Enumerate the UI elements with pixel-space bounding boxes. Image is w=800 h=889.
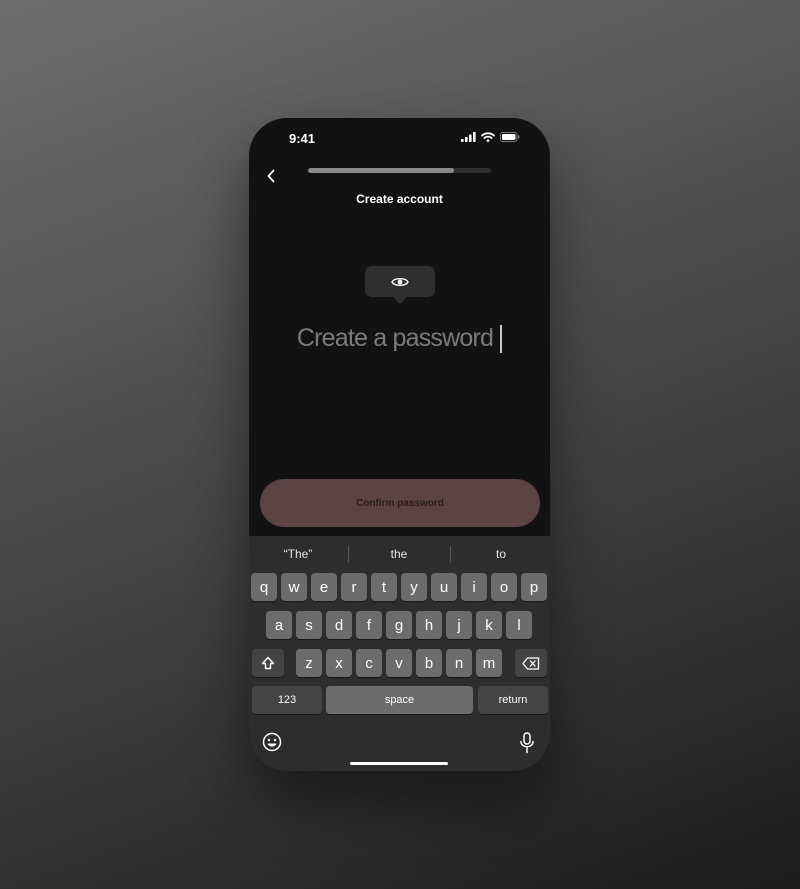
key-q[interactable]: q	[251, 573, 277, 601]
status-time: 9:41	[289, 131, 316, 146]
key-s[interactable]: s	[296, 611, 322, 639]
key-u[interactable]: u	[431, 573, 457, 601]
suggestion-divider	[348, 546, 349, 563]
key-j[interactable]: j	[446, 611, 472, 639]
back-button[interactable]	[257, 162, 285, 190]
password-input[interactable]: Create a password	[249, 324, 550, 354]
screen-title: Create account	[356, 192, 443, 206]
wifi-icon	[481, 132, 495, 142]
key-i[interactable]: i	[461, 573, 487, 601]
suggestion-item[interactable]: the	[350, 536, 448, 572]
key-l[interactable]: l	[506, 611, 532, 639]
key-t[interactable]: t	[371, 573, 397, 601]
progress-bar-fill	[308, 168, 455, 173]
key-o[interactable]: o	[491, 573, 517, 601]
status-bar: 9:41	[249, 118, 550, 158]
key-z[interactable]: z	[296, 649, 322, 677]
key-r[interactable]: r	[341, 573, 367, 601]
key-y[interactable]: y	[401, 573, 427, 601]
key-e[interactable]: e	[311, 573, 337, 601]
emoji-icon	[262, 732, 282, 752]
suggestion-item[interactable]: “The”	[249, 536, 347, 572]
shift-key[interactable]	[252, 649, 284, 677]
show-password-toggle[interactable]	[365, 266, 435, 297]
chevron-left-icon	[267, 169, 275, 183]
key-d[interactable]: d	[326, 611, 352, 639]
key-p[interactable]: p	[521, 573, 547, 601]
dictation-button[interactable]	[519, 732, 535, 759]
delete-key[interactable]	[515, 649, 547, 677]
home-indicator	[350, 762, 448, 765]
key-w[interactable]: w	[281, 573, 307, 601]
confirm-password-button[interactable]: Confirm password	[260, 479, 540, 527]
key-n[interactable]: n	[446, 649, 472, 677]
emoji-button[interactable]	[262, 732, 282, 757]
eye-icon	[391, 277, 409, 286]
shift-icon	[261, 656, 275, 670]
key-c[interactable]: c	[356, 649, 382, 677]
suggestion-item[interactable]: to	[452, 536, 550, 572]
signal-icon	[461, 132, 476, 142]
text-cursor	[500, 325, 503, 354]
key-m[interactable]: m	[476, 649, 502, 677]
phone-frame: 9:41 Create account Create a password Co…	[249, 118, 550, 771]
key-g[interactable]: g	[386, 611, 412, 639]
key-b[interactable]: b	[416, 649, 442, 677]
numbers-key[interactable]: 123	[252, 686, 322, 714]
backspace-icon	[522, 656, 540, 670]
key-v[interactable]: v	[386, 649, 412, 677]
return-key[interactable]: return	[478, 686, 548, 714]
key-k[interactable]: k	[476, 611, 502, 639]
space-key[interactable]: space	[326, 686, 473, 714]
status-icons	[461, 132, 520, 142]
suggestion-divider	[450, 546, 451, 563]
keyboard: “The” the to qwertyuiop asdfghjkl zxcvbn…	[249, 536, 550, 771]
key-a[interactable]: a	[266, 611, 292, 639]
password-placeholder: Create a password	[296, 324, 494, 352]
suggestion-bar: “The” the to	[249, 536, 550, 572]
key-h[interactable]: h	[416, 611, 442, 639]
key-f[interactable]: f	[356, 611, 382, 639]
battery-icon	[500, 132, 520, 142]
microphone-icon	[520, 732, 534, 754]
key-x[interactable]: x	[326, 649, 352, 677]
progress-bar	[308, 168, 491, 173]
